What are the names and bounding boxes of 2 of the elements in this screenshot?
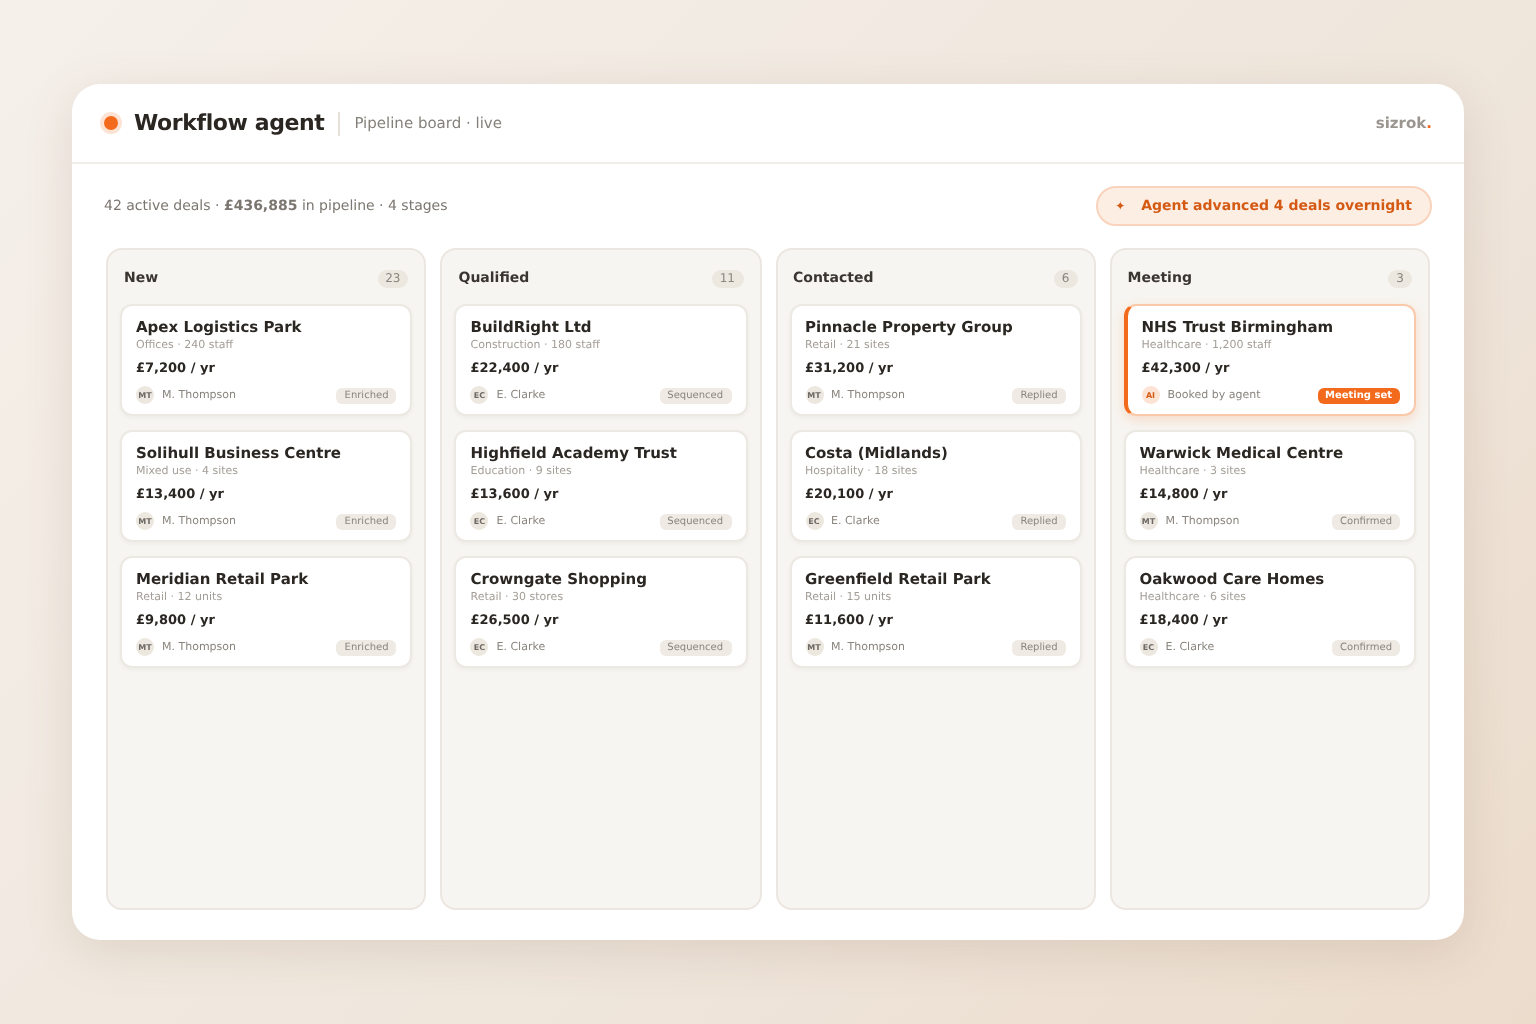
window-title: Workflow agent (134, 110, 325, 136)
status-dot-icon (104, 116, 118, 130)
